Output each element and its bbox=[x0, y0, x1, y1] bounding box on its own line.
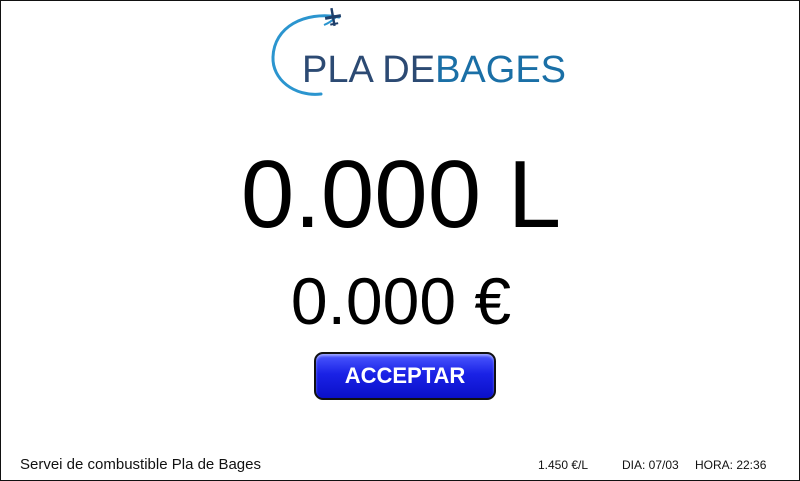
brand-name-part2: BAGES bbox=[435, 49, 567, 91]
accept-button[interactable]: ACCEPTAR bbox=[314, 352, 496, 400]
date-readout: DIA: 07/03 bbox=[622, 458, 679, 472]
time-readout: HORA: 22:36 bbox=[695, 458, 767, 472]
amount-readout: 0.000 € bbox=[290, 264, 512, 338]
price-per-liter: 1.450 €/L bbox=[538, 458, 589, 472]
accept-button-label: ACCEPTAR bbox=[344, 363, 466, 388]
service-name: Servei de combustible Pla de Bages bbox=[20, 456, 261, 473]
brand-name-part1: PLA DE bbox=[302, 49, 436, 91]
liters-readout: 0.000 L bbox=[240, 141, 562, 248]
status-bar: Servei de combustible Pla de Bages 1.450… bbox=[1, 451, 799, 479]
app-window: PLA DEBAGES 0.000 L 0.000 € ACCEPTAR Ser… bbox=[0, 0, 800, 481]
brand-name: PLA DEBAGES bbox=[302, 49, 566, 92]
